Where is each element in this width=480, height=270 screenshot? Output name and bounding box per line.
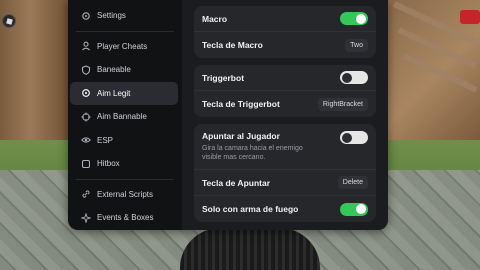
sidebar-item-settings[interactable]: Settings — [70, 4, 178, 28]
gear-icon — [80, 10, 91, 21]
macro-toggle[interactable] — [340, 12, 368, 25]
macro-key-button[interactable]: Two — [345, 38, 368, 52]
eye-icon — [80, 135, 91, 146]
triggerbot-key-button[interactable]: RightBracket — [317, 97, 368, 111]
sidebar-item-label: Baneable — [97, 65, 131, 75]
triggerbot-card: Triggerbot Tecla de Triggerbot RightBrac… — [194, 65, 376, 117]
weapon-only-toggle[interactable] — [340, 202, 368, 216]
cheat-menu-panel: Settings Player Cheats Baneable Aim Legi… — [68, 0, 388, 230]
macro-card: Macro Tecla de Macro Two — [194, 6, 376, 58]
triggerbot-key-label: Tecla de Triggerbot — [202, 99, 280, 109]
macro-label: Macro — [202, 13, 228, 24]
player-avatar — [180, 228, 320, 270]
aim-key-label: Tecla de Apuntar — [202, 177, 271, 188]
sidebar-item-baneable[interactable]: Baneable — [70, 58, 178, 82]
sidebar-item-player-cheats[interactable]: Player Cheats — [70, 35, 178, 59]
link-icon — [80, 189, 91, 200]
divider — [76, 178, 174, 180]
triggerbot-label: Triggerbot — [202, 72, 245, 83]
sidebar-item-aim-legit[interactable]: Aim Legit — [70, 81, 178, 105]
weapon-only-label: Solo con arma de fuego — [202, 204, 299, 214]
aim-key-button[interactable]: Delete — [337, 176, 368, 189]
sidebar-item-label: Player Cheats — [97, 41, 148, 51]
roblox-logo-icon — [5, 17, 13, 25]
sidebar-item-label: Aim Bannable — [97, 112, 147, 122]
aim-toggle[interactable] — [340, 131, 368, 144]
user-icon — [80, 41, 91, 52]
sidebar-item-label: Hitbox — [97, 159, 120, 169]
aim-legit-settings: Macro Tecla de Macro Two Triggerbot Tecl… — [182, 0, 388, 230]
sidebar-item-external-scripts[interactable]: External Scripts — [70, 183, 178, 207]
sidebar-item-label: Events & Boxes — [97, 213, 154, 223]
crosshair-icon — [80, 88, 91, 99]
aim-card: Apuntar al Jugador Gira la camara hacia … — [194, 124, 376, 222]
shield-icon — [80, 64, 91, 75]
divider — [76, 30, 174, 32]
target-icon — [80, 111, 91, 122]
sidebar: Settings Player Cheats Baneable Aim Legi… — [68, 0, 182, 230]
aim-description: Gira la camara hacia el enemigo visible … — [202, 145, 303, 161]
sidebar-item-label: ESP — [97, 135, 114, 145]
sidebar-item-events-boxes[interactable]: Events & Boxes — [70, 206, 178, 230]
macro-key-label: Tecla de Macro — [202, 40, 263, 50]
roblox-menu-button[interactable] — [2, 14, 16, 28]
triggerbot-toggle[interactable] — [340, 71, 368, 84]
sidebar-item-esp[interactable]: ESP — [70, 129, 178, 153]
aim-label: Apuntar al Jugador — [202, 131, 280, 141]
sidebar-item-aim-bannable[interactable]: Aim Bannable — [70, 105, 178, 129]
sidebar-item-label: Aim Legit — [97, 88, 131, 98]
sidebar-item-label: Settings — [97, 11, 126, 21]
sidebar-item-hitbox[interactable]: Hitbox — [70, 152, 178, 176]
sparkle-icon — [80, 212, 91, 223]
box-icon — [80, 158, 91, 169]
sidebar-item-label: External Scripts — [97, 189, 154, 199]
